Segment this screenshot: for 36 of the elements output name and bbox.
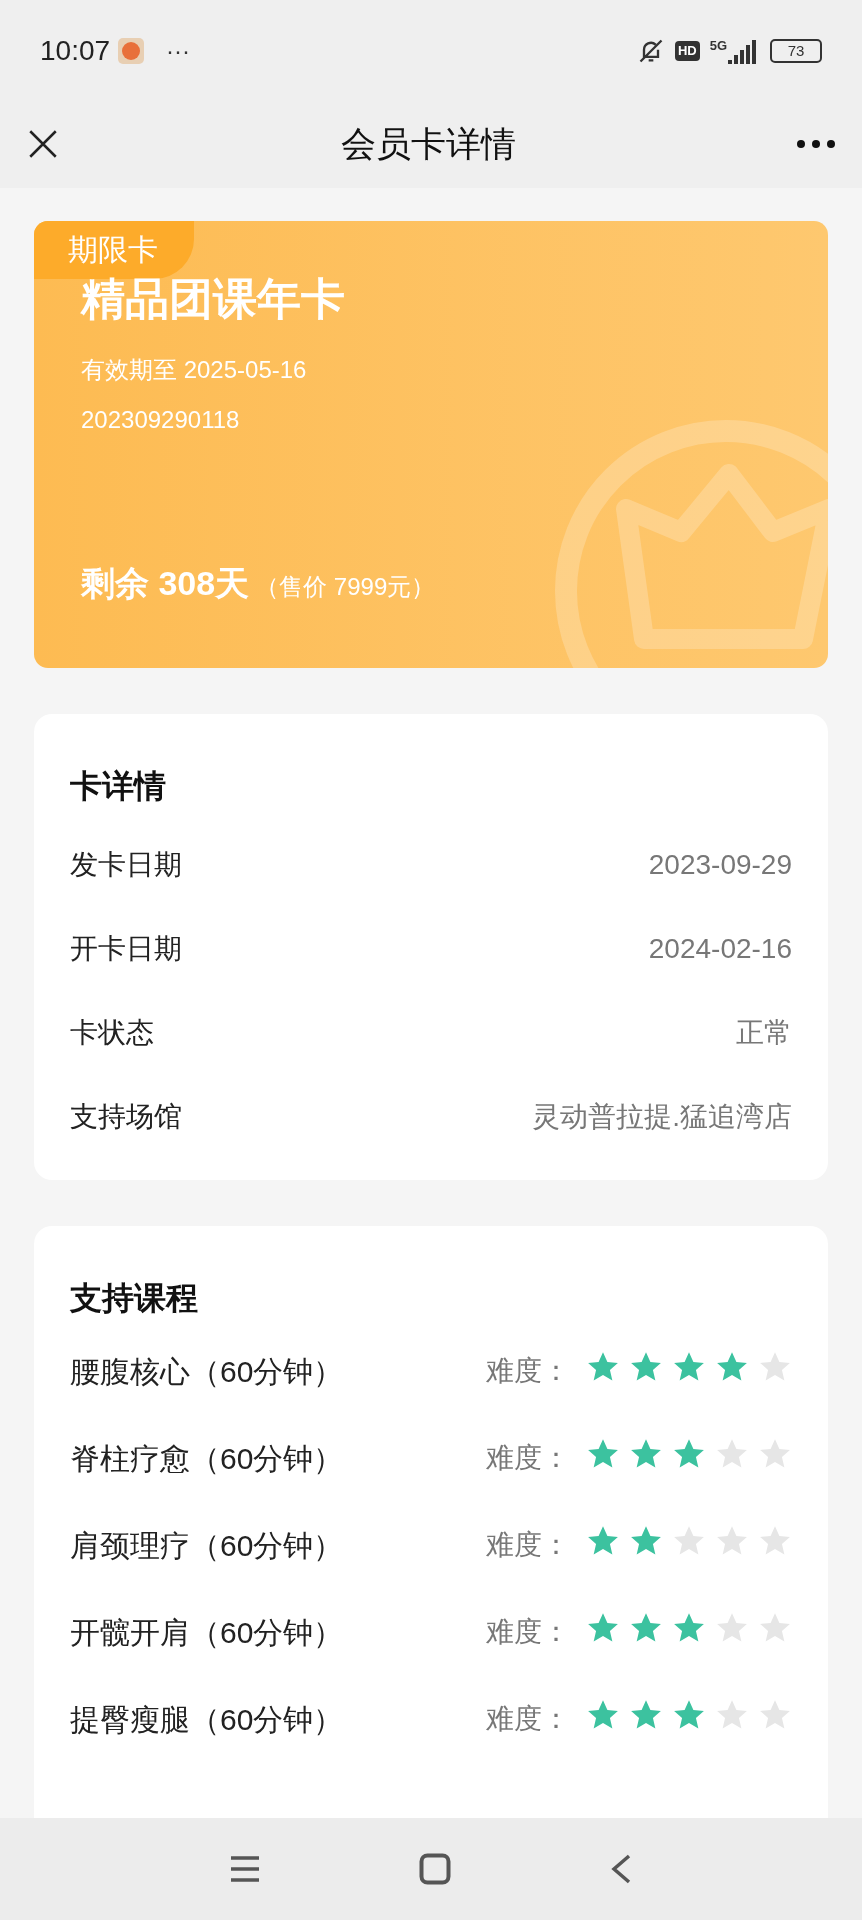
course-name: 肩颈理疗（60分钟） <box>70 1527 345 1564</box>
remaining-days: 剩余 308天 <box>81 558 250 609</box>
section-title: 卡详情 <box>70 767 167 806</box>
difficulty-label: 难度： <box>486 1702 570 1736</box>
battery-indicator: 73 <box>770 39 822 63</box>
home-icon[interactable] <box>419 1853 451 1885</box>
detail-value: 灵动普拉提.猛追湾店 <box>532 1100 792 1134</box>
difficulty-label: 难度： <box>486 1528 570 1562</box>
network-type: 5G <box>709 39 727 52</box>
detail-label: 发卡日期 <box>70 848 182 882</box>
clock-time: 10:07 <box>40 34 111 68</box>
section-title: 支持课程 <box>70 1279 199 1318</box>
detail-label: 支持场馆 <box>70 1100 182 1134</box>
sale-price: （售价 7999元） <box>255 572 436 602</box>
back-icon[interactable] <box>609 1853 633 1885</box>
difficulty-label: 难度： <box>486 1615 570 1649</box>
course-name: 腰腹核心（60分钟） <box>70 1353 345 1390</box>
page-title: 会员卡详情 <box>340 122 516 165</box>
signal-icon <box>728 38 758 64</box>
hd-badge: HD <box>674 41 700 61</box>
more-icon[interactable] <box>796 139 836 149</box>
more-notifications: ··· <box>166 36 191 66</box>
difficulty-label: 难度： <box>486 1441 570 1475</box>
app-notification-icon <box>118 38 145 64</box>
course-name: 开髋开肩（60分钟） <box>70 1614 345 1651</box>
detail-value: 2024-02-16 <box>648 932 792 966</box>
detail-value: 2023-09-29 <box>648 848 792 882</box>
menu-icon[interactable] <box>229 1854 261 1884</box>
card-number: 202309290118 <box>81 405 240 435</box>
difficulty-label: 难度： <box>486 1354 570 1388</box>
course-name: 脊柱疗愈（60分钟） <box>70 1440 345 1477</box>
detail-value: 正常 <box>736 1016 792 1050</box>
detail-label: 开卡日期 <box>70 932 182 966</box>
expiry-date: 有效期至 2025-05-16 <box>81 355 307 385</box>
detail-label: 卡状态 <box>70 1016 154 1050</box>
course-name: 提臀瘦腿（60分钟） <box>70 1701 345 1738</box>
